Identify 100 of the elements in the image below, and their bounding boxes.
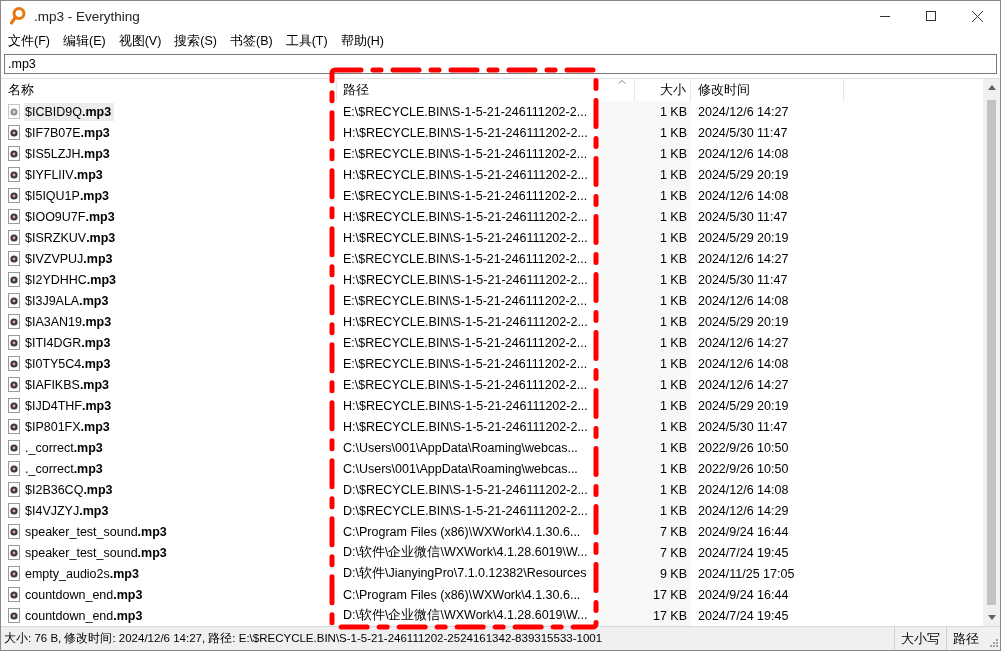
file-name[interactable]: $I5IQU1P.mp3 [24, 186, 113, 205]
modified-time: 2024/12/6 14:08 [698, 188, 789, 203]
file-path: H:\$RECYCLE.BIN\S-1-5-21-246111202-2... [343, 419, 588, 434]
file-name[interactable]: $I0TY5C4.mp3 [24, 354, 114, 373]
file-path: D:\软件\企业微信\WXWork\4.1.28.6019\W... [343, 607, 588, 624]
modified-time: 2024/12/6 14:27 [698, 335, 789, 350]
modified-time: 2024/9/24 16:44 [698, 587, 789, 602]
modified-time: 2022/9/26 10:50 [698, 461, 789, 476]
audio-file-icon [8, 419, 20, 434]
file-path: E:\$RECYCLE.BIN\S-1-5-21-246111202-2... [343, 146, 588, 161]
file-name[interactable]: countdown_end.mp3 [24, 585, 146, 604]
scroll-thumb[interactable] [987, 100, 996, 605]
audio-file-icon [8, 104, 20, 119]
file-name[interactable]: $ICBID9Q.mp3 [24, 102, 115, 121]
file-name[interactable]: $IVZVPUJ.mp3 [24, 249, 116, 268]
scroll-down-icon[interactable] [987, 615, 996, 620]
scroll-up-icon[interactable] [987, 85, 996, 90]
file-size: 1 KB [659, 482, 687, 497]
audio-file-icon [8, 272, 20, 287]
file-path: H:\$RECYCLE.BIN\S-1-5-21-246111202-2... [343, 167, 588, 182]
modified-time: 2024/12/6 14:08 [698, 146, 789, 161]
file-path: H:\$RECYCLE.BIN\S-1-5-21-246111202-2... [343, 209, 588, 224]
file-name[interactable]: $IS5LZJH.mp3 [24, 144, 113, 163]
file-name[interactable]: $IP801FX.mp3 [24, 417, 113, 436]
menu-item[interactable]: 工具(T) [285, 32, 328, 51]
file-size: 1 KB [659, 461, 687, 476]
file-name[interactable]: $IYFLIIV.mp3 [24, 165, 106, 184]
file-name[interactable]: $IAFIKBS.mp3 [24, 375, 113, 394]
file-name[interactable]: $I2B36CQ.mp3 [24, 480, 116, 499]
menu-item[interactable]: 文件(F) [8, 32, 50, 51]
file-name[interactable]: $I3J9ALA.mp3 [24, 291, 112, 310]
modified-time: 2024/12/6 14:27 [698, 251, 789, 266]
audio-file-icon [8, 587, 20, 602]
file-path: D:\软件\企业微信\WXWork\4.1.28.6019\W... [343, 544, 588, 561]
audio-file-icon [8, 146, 20, 161]
menu-item[interactable]: 搜索(S) [174, 32, 217, 51]
scrollbar[interactable] [983, 79, 1000, 626]
file-name[interactable]: speaker_test_sound.mp3 [24, 543, 170, 562]
file-name[interactable]: empty_audio2s.mp3 [24, 564, 142, 583]
file-path: H:\$RECYCLE.BIN\S-1-5-21-246111202-2... [343, 398, 588, 413]
file-path: C:\Program Files (x86)\WXWork\4.1.30.6... [343, 524, 581, 539]
audio-file-icon [8, 503, 20, 518]
maximize-icon[interactable] [926, 11, 936, 21]
menu-item[interactable]: 帮助(H) [340, 32, 384, 51]
column-header[interactable]: 修改时间 [691, 79, 844, 101]
file-size: 9 KB [659, 566, 687, 581]
audio-file-icon [8, 398, 20, 413]
file-name[interactable]: $IA3AN19.mp3 [24, 312, 115, 331]
file-size: 7 KB [659, 524, 687, 539]
file-name[interactable]: $IF7B07E.mp3 [24, 123, 113, 142]
modified-time: 2024/5/30 11:47 [698, 209, 788, 224]
file-size: 1 KB [659, 272, 687, 287]
modified-time: 2024/5/29 20:19 [698, 314, 789, 329]
audio-file-icon [8, 167, 20, 182]
menu-item[interactable]: 视图(V) [118, 32, 162, 51]
audio-file-icon [8, 482, 20, 497]
file-path: E:\$RECYCLE.BIN\S-1-5-21-246111202-2... [343, 251, 588, 266]
column-header[interactable]: 名称 [1, 79, 337, 101]
minimize-icon[interactable] [880, 15, 890, 17]
file-name[interactable]: countdown_end.mp3 [24, 606, 146, 625]
file-size: 1 KB [659, 314, 687, 329]
audio-file-icon [8, 377, 20, 392]
audio-file-icon [8, 125, 20, 140]
menu-item[interactable]: 编辑(E) [62, 32, 106, 51]
audio-file-icon [8, 356, 20, 371]
file-path: C:\Users\001\AppData\Roaming\webcas... [343, 440, 578, 455]
file-name[interactable]: $ITI4DGR.mp3 [24, 333, 114, 352]
file-path: C:\Users\001\AppData\Roaming\webcas... [343, 461, 578, 476]
file-name[interactable]: speaker_test_sound.mp3 [24, 522, 170, 541]
audio-file-icon [8, 293, 20, 308]
modified-time: 2024/5/29 20:19 [698, 167, 789, 182]
file-size: 1 KB [659, 335, 687, 350]
file-path: D:\$RECYCLE.BIN\S-1-5-21-246111202-2... [343, 503, 588, 518]
file-name[interactable]: $I4VJZYJ.mp3 [24, 501, 112, 520]
audio-file-icon [8, 335, 20, 350]
file-size: 17 KB [652, 587, 687, 602]
file-size: 1 KB [659, 419, 687, 434]
file-name[interactable]: $ISRZKUV.mp3 [24, 228, 119, 247]
status-toggle[interactable]: 路径 [946, 627, 985, 650]
file-name[interactable]: $IOO9U7F.mp3 [24, 207, 118, 226]
file-path: E:\$RECYCLE.BIN\S-1-5-21-246111202-2... [343, 335, 588, 350]
file-name[interactable]: ._correct.mp3 [24, 438, 106, 457]
audio-file-icon [8, 608, 20, 623]
menu-item[interactable]: 书签(B) [230, 32, 273, 51]
file-name[interactable]: $IJD4THF.mp3 [24, 396, 115, 415]
resize-grip-icon[interactable] [989, 638, 998, 647]
file-path: E:\$RECYCLE.BIN\S-1-5-21-246111202-2... [343, 356, 588, 371]
file-size: 7 KB [659, 545, 687, 560]
close-icon[interactable] [972, 10, 983, 22]
file-path: C:\Program Files (x86)\WXWork\4.1.30.6... [343, 587, 581, 602]
file-size: 1 KB [659, 398, 687, 413]
file-size: 1 KB [659, 104, 687, 119]
status-text: 大小: 76 B, 修改时间: 2024/12/6 14:27, 路径: E:\$RECYCLE.BIN\S-1-5-21-246111202-2524161342-839315533-1001 [4, 631, 603, 646]
audio-file-icon [8, 188, 20, 203]
file-name[interactable]: $I2YDHHC.mp3 [24, 270, 119, 289]
search-field[interactable]: .mp3 [4, 54, 997, 74]
audio-file-icon [8, 209, 20, 224]
status-toggle[interactable]: 大小写 [894, 627, 946, 650]
file-name[interactable]: ._correct.mp3 [24, 459, 106, 478]
window-title: .mp3 - Everything [34, 8, 140, 24]
